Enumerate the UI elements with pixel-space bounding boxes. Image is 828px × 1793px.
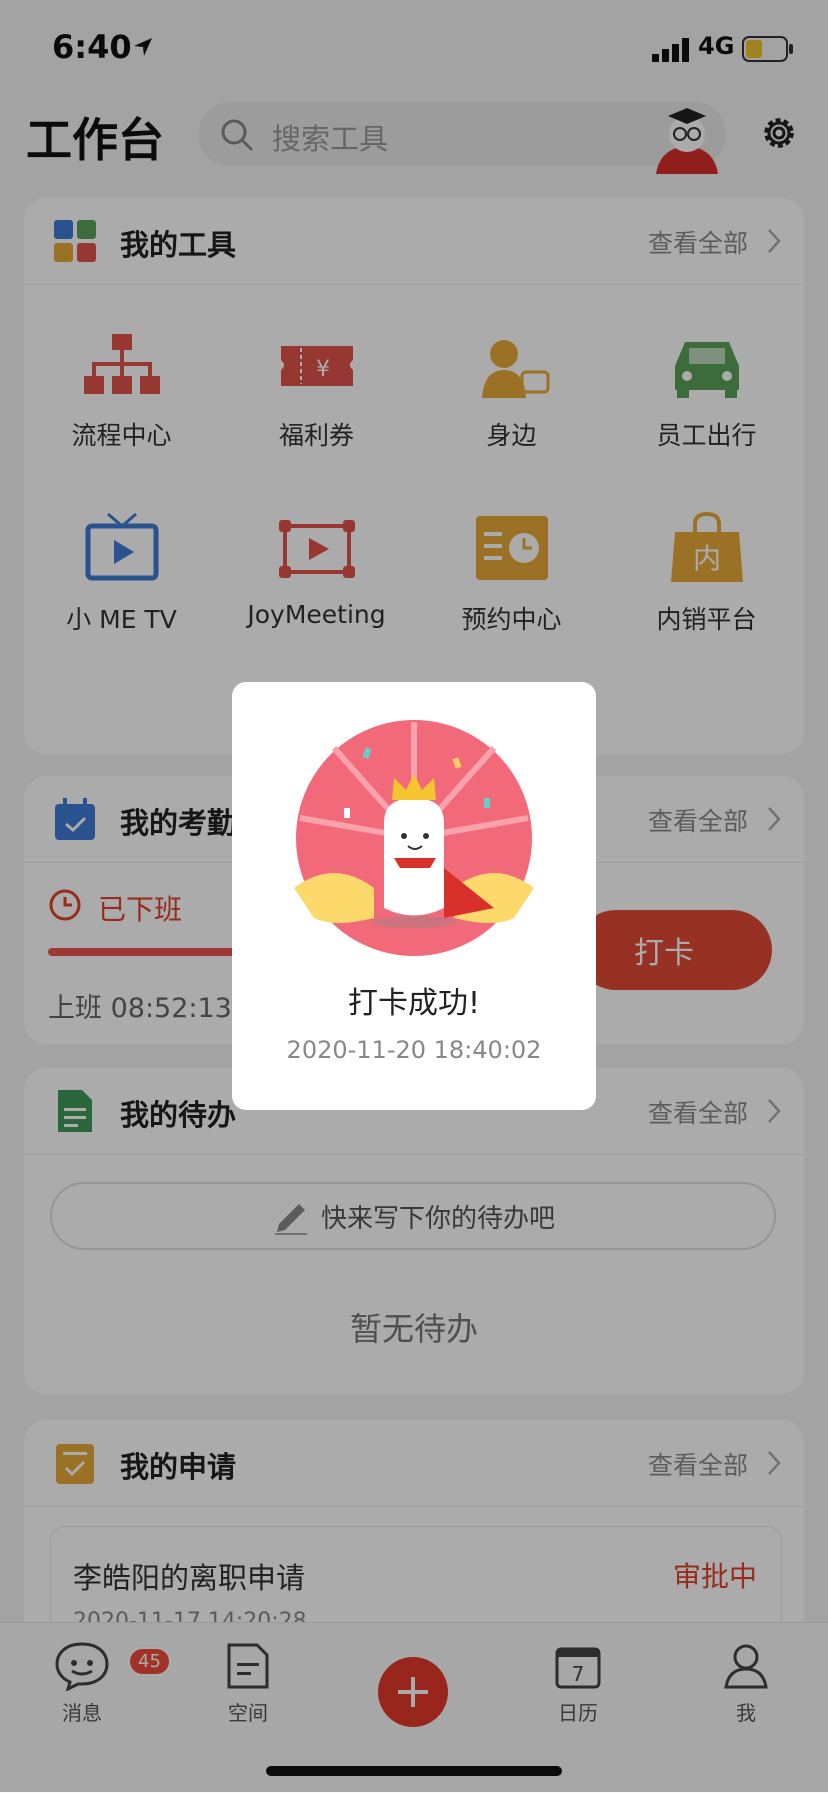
dialog-timestamp: 2020-11-20 18:40:02 xyxy=(286,1036,542,1064)
dialog-title: 打卡成功! xyxy=(347,986,481,1021)
punch-success-dialog[interactable]: 打卡成功! 2020-11-20 18:40:02 xyxy=(232,682,596,1110)
success-mascot-illustration xyxy=(294,720,534,956)
